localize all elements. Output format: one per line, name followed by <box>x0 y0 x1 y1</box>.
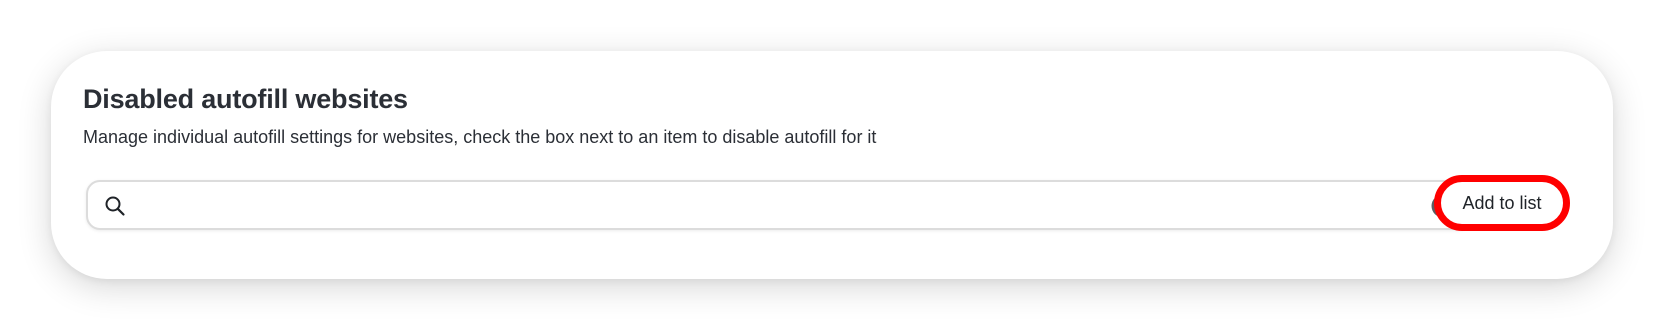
search-icon <box>105 196 125 216</box>
disabled-autofill-card: Disabled autofill websites Manage indivi… <box>51 51 1613 279</box>
section-title: Disabled autofill websites <box>83 84 408 114</box>
section-description: Manage individual autofill settings for … <box>83 127 877 147</box>
add-to-list-button[interactable]: Add to list <box>1434 175 1570 231</box>
search-input[interactable] <box>138 188 1398 222</box>
search-box[interactable] <box>86 180 1471 230</box>
